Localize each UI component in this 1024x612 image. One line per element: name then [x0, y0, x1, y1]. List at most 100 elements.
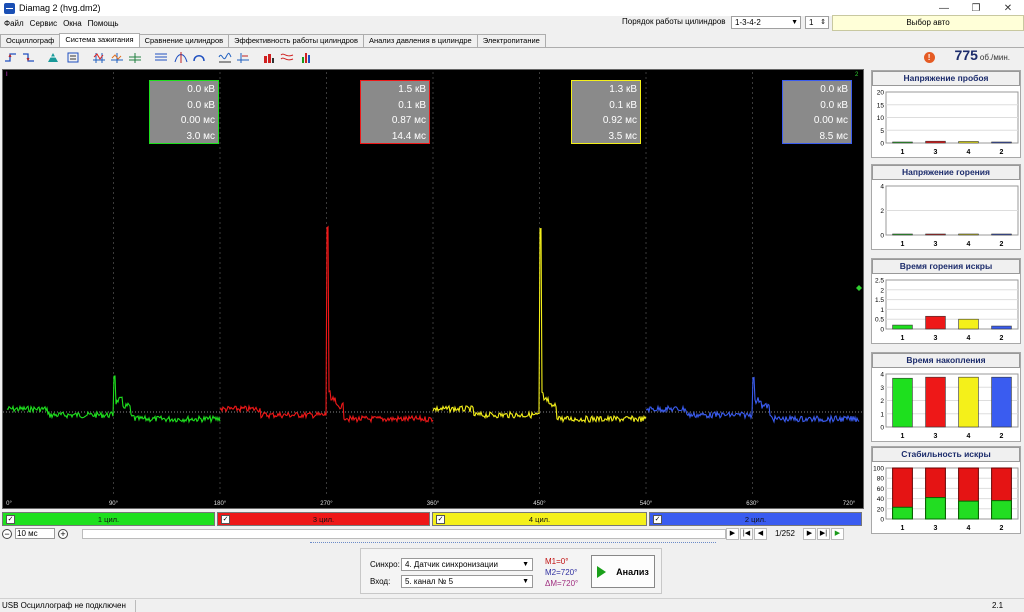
histogram-icon[interactable]	[300, 51, 314, 64]
main-tabs: Осциллограф Система зажигания Сравнение …	[0, 33, 546, 47]
x-tick-label: 270°	[320, 501, 333, 507]
cyl1-burn-time: 0.00 мс	[180, 115, 215, 126]
diamond-marker-icon	[856, 285, 862, 291]
cylinder-4-info-box: 1.3 кВ 0.1 кВ 0.92 мс 3.5 мс	[571, 80, 641, 144]
x-tick-label: 3	[934, 335, 938, 342]
breakdown-voltage-chart: 20 15 10 5 0 1 3 4 2	[877, 90, 1019, 156]
lines-icon[interactable]	[154, 51, 168, 64]
y-tick-label: 10	[877, 115, 885, 122]
first-frame-button[interactable]: |◀	[740, 528, 753, 540]
y-tick-label: 2	[880, 208, 884, 215]
tab-cylinder-compare[interactable]: Сравнение цилиндров	[138, 34, 230, 47]
zoom-out-button[interactable]: −	[2, 528, 12, 539]
loop-icon[interactable]	[192, 51, 206, 64]
warning-icon[interactable]: !	[923, 52, 935, 63]
x-tick-label: 4	[967, 433, 971, 440]
x-tick-label: 2	[1000, 241, 1004, 248]
timebase-select[interactable]: 10 мс	[15, 528, 55, 539]
cylinder-3-label: 3 цил.	[312, 515, 335, 524]
bar-chart-icon[interactable]	[262, 51, 276, 64]
menu-help[interactable]: Помощь	[85, 19, 122, 28]
chart-title: Напряжение горения	[872, 165, 1020, 180]
chevron-down-icon: ▼	[522, 561, 529, 568]
y-tick-label: 40	[877, 496, 885, 503]
burn-voltage-chart: 4 2 0 1 3 4 2	[880, 184, 1019, 248]
close-button[interactable]: ✕	[992, 0, 1024, 16]
horizontal-scrollbar[interactable]	[82, 529, 726, 539]
cylinder-2-bar[interactable]: ✓ 2 цил.	[649, 512, 862, 526]
cylinder-3-bar[interactable]: ✓ 3 цил.	[217, 512, 430, 526]
y-tick-label: 0.5	[875, 317, 884, 324]
zoom-in-button[interactable]: +	[58, 528, 68, 539]
cylinder-2-checkbox[interactable]: ✓	[653, 515, 662, 524]
trigger-icon[interactable]	[46, 51, 60, 64]
tab-cylinder-efficiency[interactable]: Эффективность работы цилиндров	[228, 34, 364, 47]
bar	[892, 141, 913, 144]
cylinder-4-checkbox[interactable]: ✓	[436, 515, 445, 524]
run-button[interactable]: ▶	[831, 528, 844, 540]
minimize-button[interactable]: —	[928, 0, 960, 16]
x-tick-label: 2	[1000, 433, 1004, 440]
chart-title: Время накопления	[872, 353, 1020, 368]
rising-edge-icon[interactable]	[4, 51, 18, 64]
chart-title: Время горения искры	[872, 259, 1020, 274]
cylinder-1-bar[interactable]: ✓ 1 цил.	[2, 512, 215, 526]
y-tick-label: 2.5	[875, 278, 884, 285]
falling-edge-icon[interactable]	[22, 51, 36, 64]
tab-pressure-analysis[interactable]: Анализ давления в цилиндре	[362, 34, 478, 47]
x-tick-label: 720°	[843, 501, 856, 507]
analyze-button[interactable]: Анализ	[591, 555, 655, 588]
play-button[interactable]: ▶	[726, 528, 739, 540]
cyl1-burn-voltage: 0.0 кВ	[187, 99, 215, 111]
cylinder-order-select[interactable]: 1-3-4-2 ▼	[731, 16, 801, 29]
cursor-c-icon[interactable]	[128, 51, 142, 64]
splitter[interactable]	[310, 542, 716, 547]
bar	[991, 233, 1012, 236]
bar	[925, 315, 946, 330]
waves-icon[interactable]	[280, 51, 294, 64]
cursor-b-icon[interactable]	[110, 51, 124, 64]
cylinder-4-bar[interactable]: ✓ 4 цил.	[432, 512, 647, 526]
cylinder-1-info-box: 0.0 кВ 0.0 кВ 0.00 мс 3.0 мс	[149, 80, 219, 144]
prev-frame-button[interactable]: ◀	[754, 528, 767, 540]
x-tick-label: 90°	[109, 501, 119, 507]
input-select[interactable]: 5. канал № 5 ▼	[401, 575, 533, 588]
tab-oscilloscope[interactable]: Осциллограф	[0, 34, 61, 47]
next-frame-button[interactable]: ▶	[803, 528, 816, 540]
cylinder-number-stepper[interactable]: 1 ⇕	[805, 16, 829, 29]
oscilloscope-canvas[interactable]: 0° 90° 180° 270° 360° 450° 540° 630° 720° I 2 0.0 …	[2, 69, 864, 509]
sine-icon[interactable]	[218, 51, 232, 64]
bar	[958, 141, 979, 144]
tab-power-supply[interactable]: Электропитание	[476, 34, 546, 47]
cylinder-3-checkbox[interactable]: ✓	[221, 515, 230, 524]
bar	[925, 376, 946, 428]
sync-select[interactable]: 4. Датчик синхронизации ▼	[401, 558, 533, 571]
measure-icon[interactable]	[236, 51, 250, 64]
menu-windows[interactable]: Окна	[60, 19, 85, 28]
y-tick-label: 0	[880, 425, 884, 432]
last-frame-button[interactable]: ▶|	[817, 528, 830, 540]
menu-file[interactable]: Файл	[0, 19, 27, 28]
waveform-cylinder-3	[432, 227, 647, 424]
rpm-unit: об./мин.	[979, 53, 1010, 62]
bar	[991, 141, 1012, 144]
probe-icon[interactable]	[66, 51, 80, 64]
x-tick-label: 3	[934, 433, 938, 440]
tab-ignition-system[interactable]: Система зажигания	[59, 33, 140, 47]
x-tick-label: 630°	[746, 501, 759, 507]
input-label: Вход:	[370, 577, 391, 586]
chart-panel-breakdown: Напряжение пробоя 20 15 10 5 0 1 3 4 2	[871, 70, 1021, 158]
waveform-cylinder-2	[219, 225, 434, 424]
menu-service[interactable]: Сервис	[27, 19, 60, 28]
cylinder-1-checkbox[interactable]: ✓	[6, 515, 15, 524]
y-tick-label: 4	[880, 372, 884, 379]
restore-button[interactable]: ❐	[960, 0, 992, 16]
select-auto-button[interactable]: Выбор авто	[832, 15, 1024, 31]
cursor-a-icon[interactable]	[92, 51, 106, 64]
x-tick-label: 2	[1000, 335, 1004, 342]
curve-icon[interactable]	[174, 51, 188, 64]
dwell-time-chart: 4 3 2 1 0 1 3 4 2	[880, 372, 1019, 440]
chart-panel-burn-voltage: Напряжение горения 4 2 0 1 3 4 2	[871, 164, 1021, 250]
bar	[892, 233, 913, 236]
y-tick-label: 20	[877, 506, 885, 513]
